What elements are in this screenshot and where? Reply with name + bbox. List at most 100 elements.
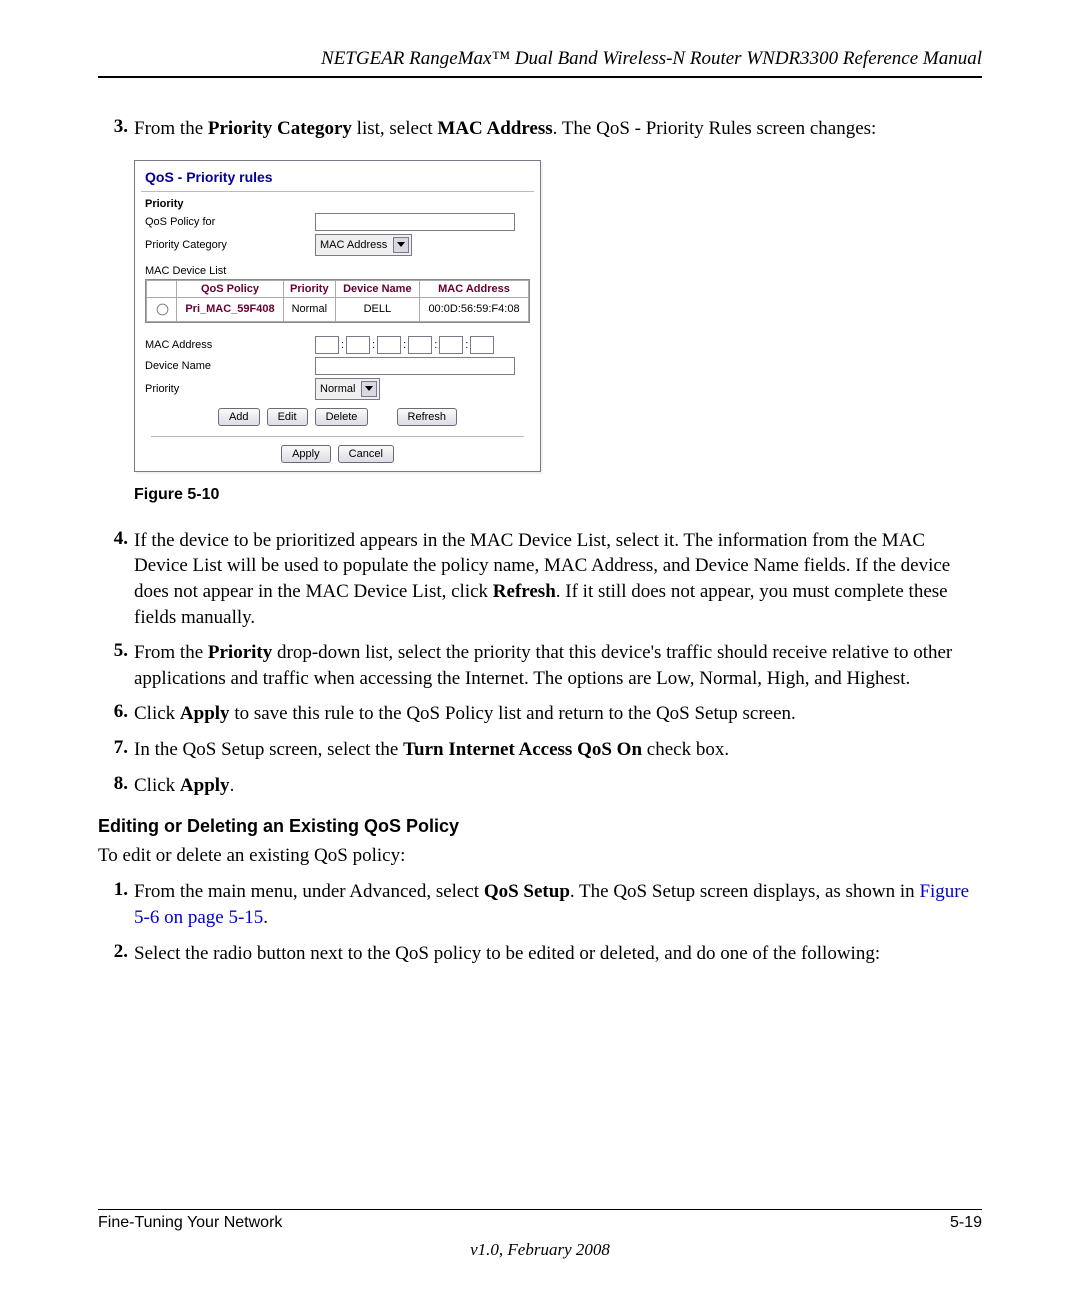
priority-category-select[interactable]: MAC Address [315, 234, 412, 256]
step-body: From the Priority drop-down list, select… [134, 640, 982, 691]
footer-left: Fine-Tuning Your Network [98, 1214, 282, 1232]
step-number: 7. [98, 737, 134, 759]
intro-paragraph: To edit or delete an existing QoS policy… [98, 845, 982, 867]
text: . [263, 907, 268, 928]
text-bold: Refresh [493, 581, 556, 602]
step-number: 8. [98, 773, 134, 795]
mac-device-list-table: QoS Policy Priority Device Name MAC Addr… [145, 279, 530, 323]
panel-separator [141, 191, 534, 192]
device-name-label: Device Name [145, 360, 315, 372]
text: From the [134, 642, 208, 663]
mac-address-label: MAC Address [145, 339, 315, 351]
chevron-down-icon [393, 237, 409, 253]
priority-select[interactable]: Normal [315, 378, 380, 400]
mac-octet-input[interactable] [377, 336, 401, 354]
cell-mac: 00:0D:56:59:F4:08 [420, 297, 529, 321]
qos-policy-for-input[interactable] [315, 213, 515, 231]
mac-octet-input[interactable] [470, 336, 494, 354]
text-bold: QoS Setup [484, 881, 570, 902]
priority-label-2: Priority [145, 383, 315, 395]
mac-octet-input[interactable] [439, 336, 463, 354]
select-value: Normal [320, 383, 355, 395]
priority-label: Priority [145, 198, 315, 210]
text: . The QoS Setup screen displays, as show… [570, 881, 920, 902]
select-value: MAC Address [320, 239, 387, 251]
row-select-radio[interactable] [157, 303, 169, 315]
edit-button[interactable]: Edit [267, 408, 308, 426]
footer-rule [98, 1209, 982, 1210]
text: . [230, 775, 235, 796]
text: Select the radio button next to the QoS … [134, 943, 880, 964]
cell-device-name: DELL [335, 297, 419, 321]
edit-step-1: 1. From the main menu, under Advanced, s… [98, 879, 982, 930]
text: In the QoS Setup screen, select the [134, 739, 403, 760]
step-4: 4. If the device to be prioritized appea… [98, 528, 982, 631]
step-body: Click Apply. [134, 773, 982, 799]
mac-device-list-label: MAC Device List [145, 265, 530, 277]
step-number: 3. [98, 116, 134, 138]
delete-button[interactable]: Delete [315, 408, 369, 426]
page-number: 5-19 [950, 1214, 982, 1232]
qos-policy-for-label: QoS Policy for [145, 216, 315, 228]
table-header-row: QoS Policy Priority Device Name MAC Addr… [147, 280, 529, 297]
add-button[interactable]: Add [218, 408, 260, 426]
text: list, select [352, 118, 437, 139]
text: Click [134, 775, 180, 796]
column-header-mac: MAC Address [420, 280, 529, 297]
text-bold: MAC Address [437, 118, 552, 139]
column-header-select [147, 280, 177, 297]
text-bold: Priority [208, 642, 272, 663]
text: From the main menu, under Advanced, sele… [134, 881, 484, 902]
footer-version: v1.0, February 2008 [98, 1240, 982, 1260]
step-body: From the Priority Category list, select … [134, 116, 982, 142]
mac-octet-input[interactable] [315, 336, 339, 354]
text-bold: Apply [180, 703, 230, 724]
step-body: If the device to be prioritized appears … [134, 528, 982, 631]
text: Click [134, 703, 180, 724]
apply-button[interactable]: Apply [281, 445, 331, 463]
step-body: In the QoS Setup screen, select the Turn… [134, 737, 982, 763]
section-heading: Editing or Deleting an Existing QoS Poli… [98, 816, 982, 837]
mac-octet-input[interactable] [346, 336, 370, 354]
text: . The QoS - Priority Rules screen change… [553, 118, 877, 139]
running-title: NETGEAR RangeMax™ Dual Band Wireless-N R… [98, 48, 982, 70]
text: check box. [642, 739, 729, 760]
panel-title: QoS - Priority rules [135, 161, 540, 189]
qos-priority-rules-panel: QoS - Priority rules Priority QoS Policy… [134, 160, 541, 472]
column-header-device-name: Device Name [335, 280, 419, 297]
text-bold: Priority Category [208, 118, 352, 139]
column-header-policy: QoS Policy [177, 280, 284, 297]
step-number: 4. [98, 528, 134, 550]
chevron-down-icon [361, 381, 377, 397]
step-3: 3. From the Priority Category list, sele… [98, 116, 982, 142]
page-footer: Fine-Tuning Your Network 5-19 v1.0, Febr… [98, 1209, 982, 1260]
step-7: 7. In the QoS Setup screen, select the T… [98, 737, 982, 763]
cancel-button[interactable]: Cancel [338, 445, 394, 463]
refresh-button[interactable]: Refresh [397, 408, 458, 426]
step-8: 8. Click Apply. [98, 773, 982, 799]
cell-policy: Pri_MAC_59F408 [177, 297, 284, 321]
step-5: 5. From the Priority drop-down list, sel… [98, 640, 982, 691]
figure-caption: Figure 5-10 [134, 486, 982, 504]
step-number: 5. [98, 640, 134, 662]
step-number: 6. [98, 701, 134, 723]
priority-category-label: Priority Category [145, 239, 315, 251]
step-body: Select the radio button next to the QoS … [134, 941, 982, 967]
step-number: 2. [98, 941, 134, 963]
text: From the [134, 118, 208, 139]
text: to save this rule to the QoS Policy list… [230, 703, 796, 724]
text-bold: Turn Internet Access QoS On [403, 739, 642, 760]
column-header-priority: Priority [283, 280, 335, 297]
edit-step-2: 2. Select the radio button next to the Q… [98, 941, 982, 967]
text-bold: Apply [180, 775, 230, 796]
step-number: 1. [98, 879, 134, 901]
header-rule [98, 76, 982, 78]
mac-octet-input[interactable] [408, 336, 432, 354]
device-name-input[interactable] [315, 357, 515, 375]
table-row[interactable]: Pri_MAC_59F408 Normal DELL 00:0D:56:59:F… [147, 297, 529, 321]
panel-separator [151, 436, 524, 437]
step-6: 6. Click Apply to save this rule to the … [98, 701, 982, 727]
step-body: Click Apply to save this rule to the QoS… [134, 701, 982, 727]
cell-priority: Normal [283, 297, 335, 321]
step-body: From the main menu, under Advanced, sele… [134, 879, 982, 930]
